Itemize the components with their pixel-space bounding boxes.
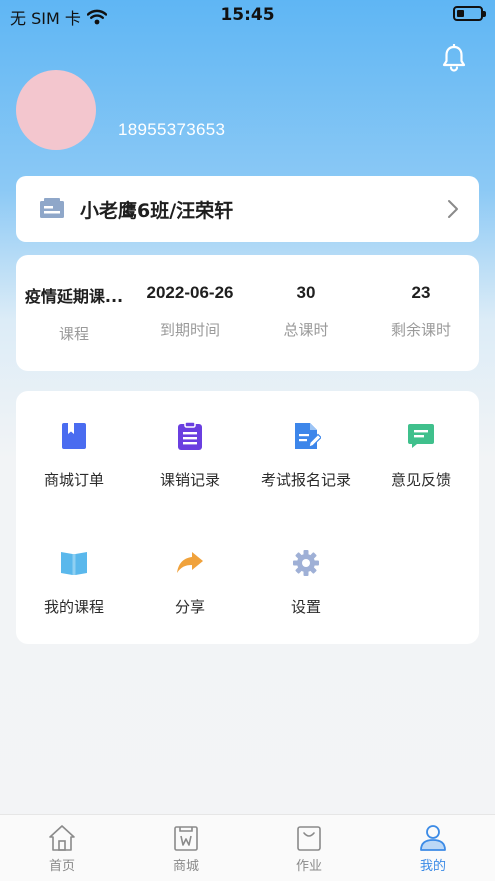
stat-remaining-hours: 23 剩余课时	[363, 283, 479, 340]
menu-item-label: 分享	[174, 598, 205, 616]
bell-icon[interactable]	[441, 44, 467, 72]
chat-bubble-icon	[408, 424, 434, 448]
tab-homework[interactable]: 作业	[247, 823, 371, 874]
class-board-icon	[40, 198, 64, 218]
bookmark-icon	[62, 423, 86, 449]
tab-mine[interactable]: 我的	[371, 823, 495, 874]
tab-label: 商城	[172, 859, 199, 874]
stat-total-hours: 30 总课时	[248, 283, 364, 340]
stat-course[interactable]: 疫情延期课... 课程	[16, 283, 132, 344]
class-name: 小老鹰6班/汪荣轩	[80, 200, 234, 222]
tab-label: 首页	[48, 859, 75, 874]
tab-label: 我的	[419, 859, 446, 874]
bag-icon	[297, 826, 321, 851]
stat-value: 23	[411, 283, 431, 302]
chevron-right-icon	[448, 200, 458, 218]
document-edit-icon	[295, 423, 322, 449]
tab-shop[interactable]: 商城	[124, 823, 248, 874]
menu-item-share[interactable]: 分享	[132, 548, 248, 617]
shop-icon	[174, 826, 198, 851]
menu-item-label: 商城订单	[43, 471, 104, 489]
gear-icon	[293, 550, 319, 576]
stat-expiry: 2022-06-26 到期时间	[132, 283, 248, 340]
menu-item-label: 设置	[290, 598, 321, 616]
class-card[interactable]: 小老鹰6班/汪荣轩	[16, 176, 479, 242]
menu-item-label: 意见反馈	[390, 471, 451, 489]
course-stats-card: 疫情延期课... 课程 2022-06-26 到期时间 30 总课时 23 剩余…	[16, 255, 479, 371]
tab-label: 作业	[295, 859, 322, 874]
menu-item-settings[interactable]: 设置	[248, 548, 364, 617]
menu-item-my-courses[interactable]: 我的课程	[16, 548, 132, 617]
menu-item-feedback[interactable]: 意见反馈	[363, 421, 479, 490]
home-icon	[49, 825, 75, 851]
status-time: 15:45	[220, 5, 275, 25]
avatar[interactable]	[16, 70, 96, 150]
battery-icon	[453, 6, 486, 21]
phone-number: 18955373653	[118, 120, 226, 139]
share-arrow-icon	[177, 552, 203, 573]
stat-label: 到期时间	[159, 321, 220, 339]
stat-value: 疫情延期课...	[24, 287, 124, 306]
tab-home[interactable]: 首页	[0, 823, 124, 874]
user-icon	[420, 825, 446, 851]
open-book-icon	[61, 552, 87, 575]
menu-item-label: 我的课程	[43, 598, 104, 616]
stat-label: 课程	[58, 325, 89, 343]
menu-item-label: 考试报名记录	[260, 471, 351, 489]
status-bar: 无 SIM 卡 15:45	[0, 0, 495, 30]
menu-grid: 商城订单 课销记录 考试报名记录 意见反馈 我的课程 分享 设置	[16, 391, 479, 644]
tab-bar: 首页 商城 作业 我的	[0, 814, 495, 881]
menu-item-lesson-records[interactable]: 课销记录	[132, 421, 248, 490]
stat-value: 30	[296, 283, 316, 302]
menu-item-mall-orders[interactable]: 商城订单	[16, 421, 132, 490]
menu-item-exam-registration[interactable]: 考试报名记录	[248, 421, 364, 490]
menu-item-label: 课销记录	[159, 471, 220, 489]
stat-value: 2022-06-26	[146, 283, 234, 302]
stat-label: 剩余课时	[390, 321, 451, 339]
stat-label: 总课时	[283, 321, 329, 339]
clipboard-icon	[178, 421, 202, 450]
